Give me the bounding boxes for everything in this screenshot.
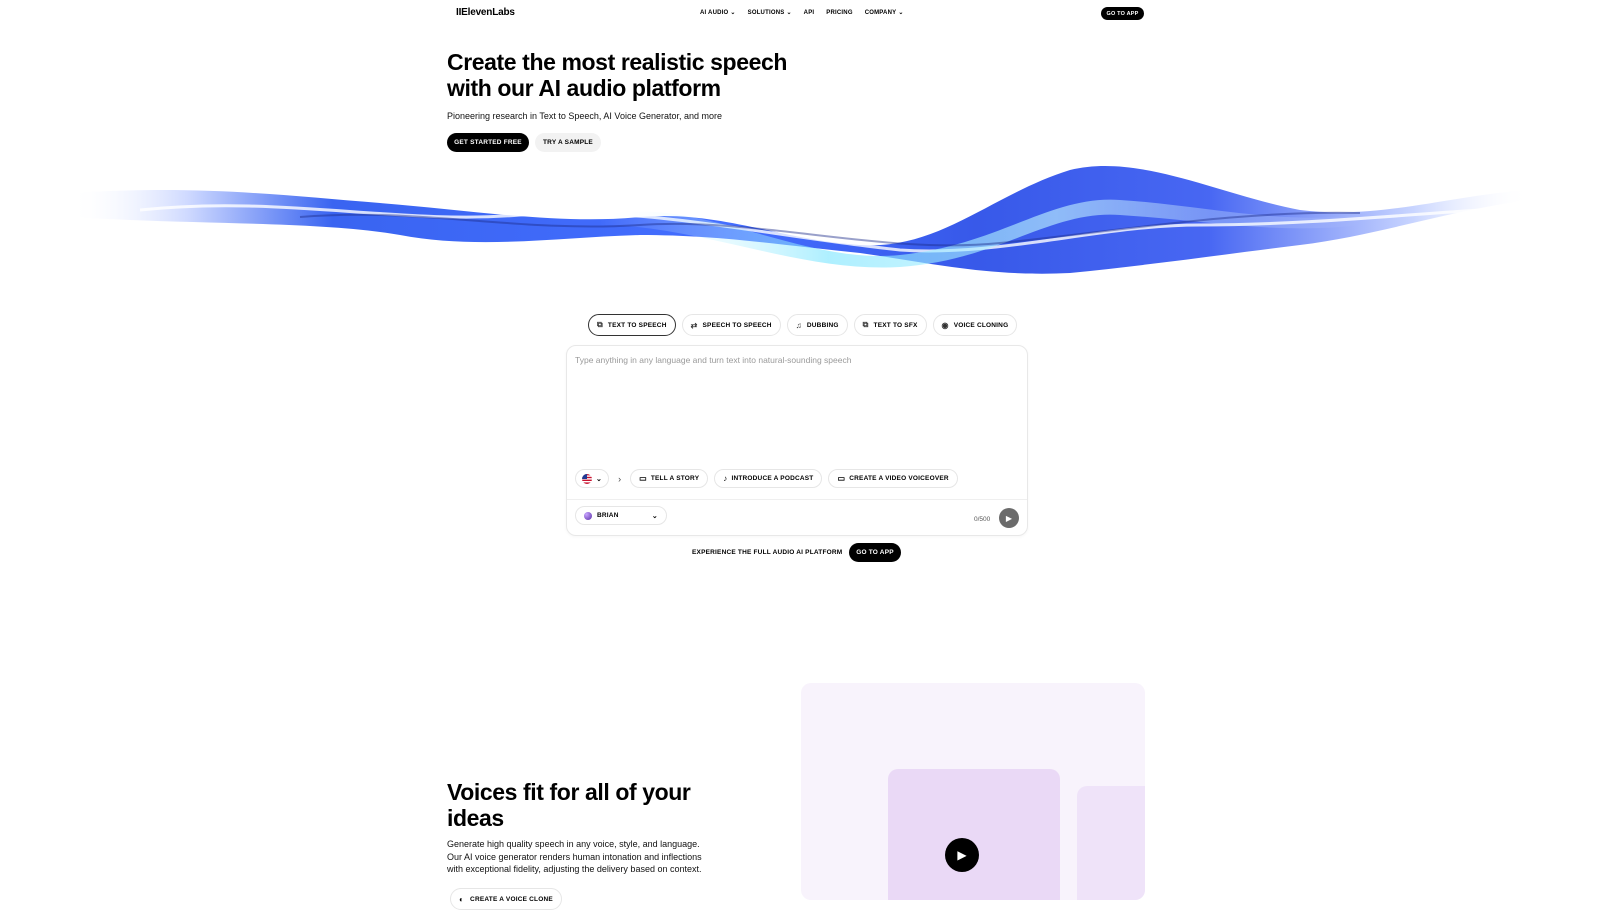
platform-cta-text: EXPERIENCE THE FULL AUDIO AI PLATFORM	[692, 549, 843, 556]
voice-selector[interactable]: BRIAN ⌄	[575, 506, 667, 525]
hero-title-line: with our AI audio platform	[447, 75, 721, 101]
get-started-free-button[interactable]: GET STARTED FREE	[447, 133, 529, 152]
section-description: Generate high quality speech in any voic…	[447, 838, 747, 876]
section-description-line: Generate high quality speech in any voic…	[447, 839, 700, 849]
voice-name: BRIAN	[597, 512, 619, 519]
suggestion-introduce-a-podcast[interactable]: ♪ INTRODUCE A PODCAST	[714, 469, 823, 488]
chevron-down-icon: ⌄	[730, 10, 736, 16]
tab-voice-cloning[interactable]: ◉ VOICE CLONING	[932, 314, 1018, 336]
chevron-right-icon: ›	[618, 473, 622, 484]
section-description-line: with exceptional fidelity, adjusting the…	[447, 864, 702, 874]
play-icon: ▶	[1005, 513, 1013, 523]
language-selector[interactable]: ⌄	[575, 469, 610, 488]
voice-card[interactable]: ▶	[888, 769, 1060, 900]
tab-dubbing[interactable]: ♫ DUBBING	[786, 314, 848, 336]
divider	[567, 499, 1027, 500]
nav-api[interactable]: API	[804, 9, 815, 16]
suggestion-create-a-video-voiceover[interactable]: ▭ CREATE A VIDEO VOICEOVER	[828, 469, 958, 488]
chevron-down-icon: ⌄	[651, 512, 658, 520]
nav-label: SOLUTIONS	[747, 9, 785, 16]
create-a-voice-clone-button[interactable]: ◐ CREATE A VOICE CLONE	[450, 888, 562, 910]
chip-label: INTRODUCE A PODCAST	[731, 475, 814, 482]
chip-label: CREATE A VIDEO VOICEOVER	[849, 475, 949, 482]
nav-label: AI AUDIO	[700, 9, 729, 16]
text-input[interactable]: Type anything in any language and turn t…	[575, 355, 851, 365]
video-icon: ▭	[837, 474, 846, 483]
book-icon: ▭	[639, 474, 647, 483]
suggestion-row: ⌄ › ▭ TELL A STORY ♪ INTRODUCE A PODCAST…	[575, 469, 958, 488]
nav-solutions[interactable]: SOLUTIONS ⌄	[747, 9, 792, 17]
section-title: Voices fit for all of your ideas	[447, 779, 747, 831]
nav-label: API	[803, 9, 815, 16]
hero-title-line: Create the most realistic speech	[447, 49, 788, 75]
tab-label: SPEECH TO SPEECH	[702, 321, 772, 329]
microphone-icon: ♪	[723, 474, 728, 483]
voice-card[interactable]	[1077, 786, 1145, 900]
nav-pricing[interactable]: PRICING	[826, 9, 852, 16]
nav-company[interactable]: COMPANY ⌄	[864, 9, 904, 17]
voice-cloning-icon: ◉	[941, 320, 949, 330]
text-to-speech-icon: ⧉	[597, 320, 603, 329]
tab-label: DUBBING	[806, 321, 839, 329]
button-label: CREATE A VOICE CLONE	[470, 895, 553, 903]
play-button[interactable]: ▶	[945, 838, 979, 872]
nav-ai-audio[interactable]: AI AUDIO ⌄	[700, 9, 736, 17]
speech-to-speech-icon: ⇄	[690, 320, 698, 330]
try-a-sample-button[interactable]: TRY A SAMPLE	[535, 133, 601, 152]
voice-preview-panel: ▶	[801, 683, 1145, 900]
voice-avatar	[584, 511, 592, 520]
play-button[interactable]: ▶	[999, 508, 1019, 528]
sfx-icon: ⧉	[862, 320, 869, 329]
hero-subtitle: Pioneering research in Text to Speech, A…	[447, 111, 723, 121]
header-go-to-app-button[interactable]: GO TO APP	[1101, 7, 1144, 20]
dubbing-icon: ♫	[795, 320, 802, 330]
text-to-speech-editor: Type anything in any language and turn t…	[566, 345, 1028, 536]
audio-wave-graphic	[70, 166, 1530, 274]
go-to-app-button[interactable]: GO TO APP	[849, 543, 901, 562]
play-icon: ▶	[957, 848, 967, 862]
tab-label: TEXT TO SPEECH	[607, 321, 667, 329]
us-flag-icon	[582, 473, 592, 484]
chevron-down-icon: ⌄	[596, 475, 603, 483]
section-title-line: ideas	[447, 805, 504, 831]
tab-label: TEXT TO SFX	[873, 321, 918, 329]
hero-title: Create the most realistic speech with ou…	[447, 49, 867, 101]
nav-label: COMPANY	[864, 9, 897, 16]
tab-speech-to-speech[interactable]: ⇄ SPEECH TO SPEECH	[681, 314, 781, 336]
logo[interactable]: IIElevenLabs	[456, 7, 515, 18]
section-description-line: Our AI voice generator renders human int…	[447, 851, 702, 862]
chevron-down-icon: ⌄	[786, 10, 792, 16]
product-tabs: ⧉ TEXT TO SPEECH ⇄ SPEECH TO SPEECH ♫ DU…	[588, 314, 1018, 336]
tab-label: VOICE CLONING	[953, 321, 1009, 329]
chevron-down-icon: ⌄	[898, 10, 904, 16]
voice-cloning-icon: ◐	[459, 894, 465, 904]
section-title-line: Voices fit for all of your	[447, 779, 691, 805]
tab-text-to-sfx[interactable]: ⧉ TEXT TO SFX	[853, 314, 927, 336]
tab-text-to-speech[interactable]: ⧉ TEXT TO SPEECH	[588, 314, 676, 336]
chip-label: TELL A STORY	[650, 475, 700, 482]
nav-label: PRICING	[826, 9, 853, 16]
character-counter: 0/500	[974, 516, 991, 523]
suggestion-tell-a-story[interactable]: ▭ TELL A STORY	[630, 469, 709, 488]
main-nav: AI AUDIO ⌄ SOLUTIONS ⌄ API PRICING COMPANY…	[700, 9, 904, 17]
